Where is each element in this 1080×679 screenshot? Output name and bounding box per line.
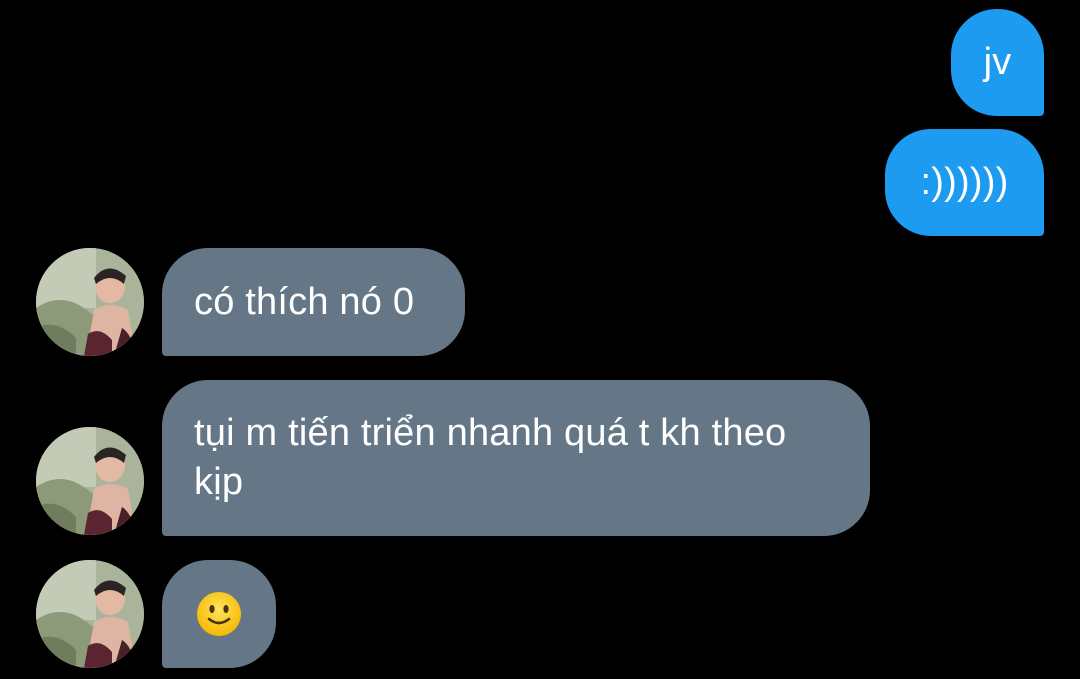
message-text: có thích nó 0 (194, 280, 415, 323)
incoming-message-bubble[interactable]: có thích nó 0 (162, 248, 465, 356)
message-text: jv (983, 41, 1012, 83)
message-text-line: tụi m tiến triển nhanh quá t kh theo (194, 412, 787, 454)
user-avatar-icon (36, 560, 144, 668)
chat-thread: jv :)))))) có thích nó 0 tụi m tiến triể… (0, 0, 1080, 679)
message-text: :)))))) (920, 161, 1009, 203)
incoming-message-bubble[interactable] (162, 560, 276, 668)
outgoing-message-bubble[interactable]: jv (951, 9, 1044, 116)
slightly-smiling-face-emoji-icon (197, 592, 241, 636)
user-avatar-icon (36, 427, 144, 535)
user-avatar-icon (36, 248, 144, 356)
avatar[interactable] (36, 560, 144, 668)
outgoing-message-bubble[interactable]: :)))))) (885, 129, 1044, 236)
message-text-line: kịp (194, 461, 244, 503)
avatar[interactable] (36, 427, 144, 535)
avatar[interactable] (36, 248, 144, 356)
incoming-message-bubble[interactable]: tụi m tiến triển nhanh quá t kh theo kịp (162, 380, 870, 536)
